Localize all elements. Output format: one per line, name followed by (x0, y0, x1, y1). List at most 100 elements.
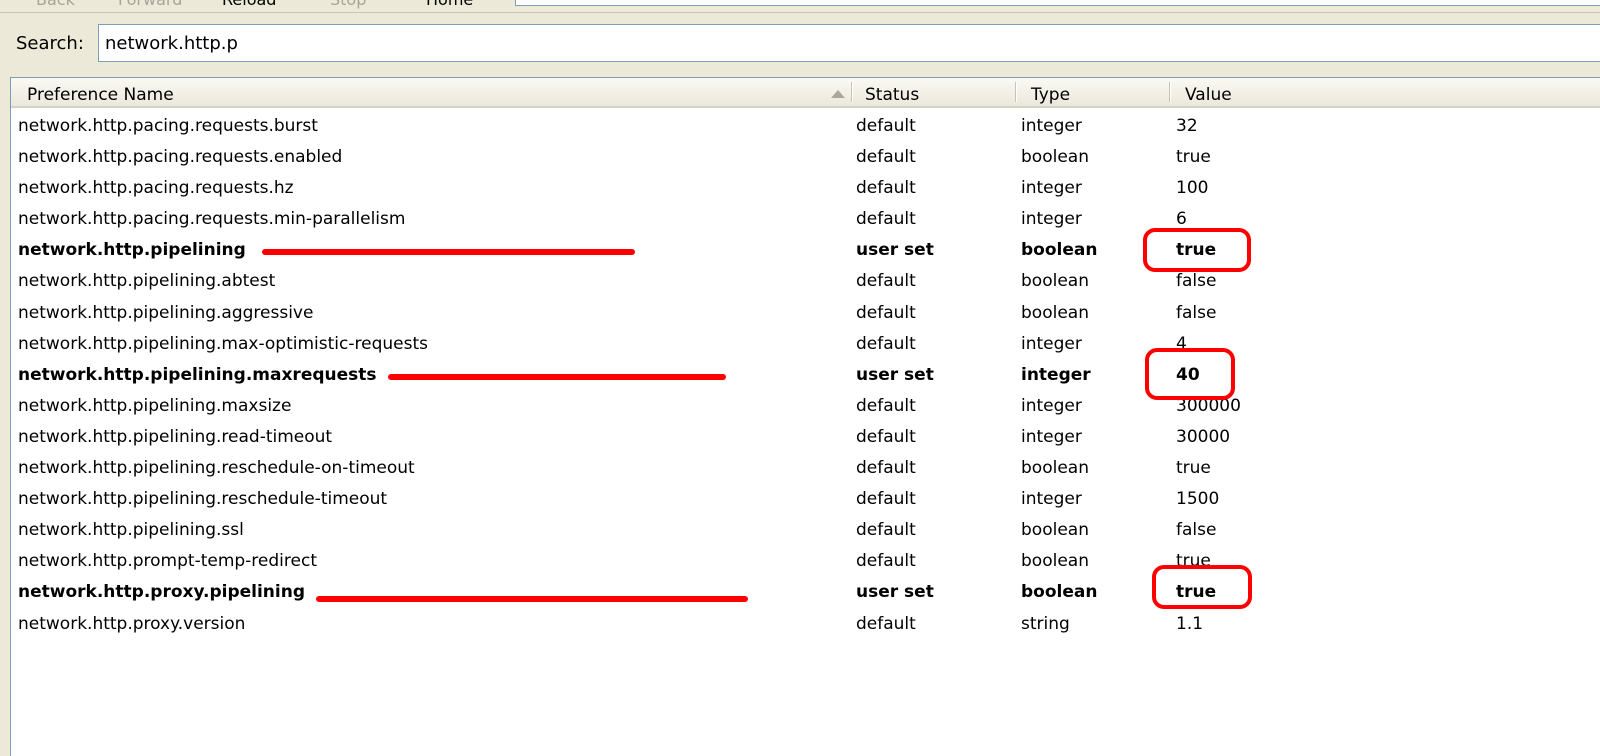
preference-row[interactable]: network.http.pipelining.max-optimistic-r… (11, 329, 1600, 360)
search-label: Search: (16, 33, 84, 54)
annotation-underline (388, 374, 726, 380)
preference-type-cell: boolean (1021, 551, 1089, 572)
preference-name-cell: network.http.pipelining.abtest (18, 271, 276, 292)
preference-type-cell: boolean (1021, 240, 1098, 261)
preference-row[interactable]: network.http.pipelining.read-timeout defa… (11, 422, 1600, 453)
preference-value-cell: 30000 (1176, 426, 1231, 447)
preference-name-cell: network.http.pipelining.reschedule-timeo… (18, 489, 388, 510)
preference-type-cell: boolean (1021, 582, 1098, 603)
preference-name-cell: network.http.pipelining.reschedule-on-ti… (18, 458, 415, 479)
preference-row[interactable]: network.http.pipelining.ssl default boolea… (11, 515, 1600, 546)
preference-name-cell: network.http.pipelining.maxrequests (18, 364, 377, 385)
preference-row[interactable]: network.http.proxy.version default string 1… (11, 609, 1600, 640)
preference-name-cell: network.http.proxy.version (18, 613, 246, 634)
preference-status-cell: user set (856, 582, 934, 603)
preference-status-cell: default (856, 458, 916, 479)
preference-name-cell: network.http.pipelining.read-timeout (18, 426, 333, 447)
preference-name-cell: network.http.pipelining (18, 240, 246, 261)
preference-status-cell: default (856, 426, 916, 447)
about-config-window: Back Forward Reload Stop Home Search: Pr… (0, 0, 1600, 756)
preference-status-cell: default (856, 271, 916, 292)
preference-status-cell: user set (856, 364, 934, 385)
annotation-underline (316, 596, 748, 602)
preference-type-cell: boolean (1021, 271, 1089, 292)
preference-value-cell: 100 (1176, 178, 1209, 199)
preference-row[interactable]: network.http.proxy.pipelining user set boo… (11, 577, 1600, 608)
preference-row[interactable]: network.http.pacing.requests.min-paralle… (11, 204, 1600, 235)
column-header-type[interactable]: Type (1025, 78, 1175, 106)
search-input[interactable] (98, 24, 1600, 62)
preference-status-cell: default (856, 489, 916, 510)
preference-name-cell: network.http.pacing.requests.hz (18, 178, 294, 199)
preference-name-cell: network.http.pacing.requests.enabled (18, 147, 343, 168)
preference-type-cell: boolean (1021, 302, 1089, 323)
annotation-underline (262, 249, 635, 255)
column-header-value[interactable]: Value (1179, 78, 1379, 106)
preference-value-cell: true (1176, 147, 1211, 168)
preference-status-cell: default (856, 147, 916, 168)
preference-row[interactable]: network.http.pacing.requests.enabled defa… (11, 142, 1600, 173)
preference-row[interactable]: network.http.prompt-temp-redirect default… (11, 546, 1600, 577)
preference-status-cell: default (856, 333, 916, 354)
preference-name-cell: network.http.pacing.requests.burst (18, 116, 318, 136)
search-row: Search: (0, 12, 1600, 74)
preference-row[interactable]: network.http.pacing.requests.hz default in… (11, 173, 1600, 204)
preference-value-cell: false (1176, 302, 1217, 323)
preference-status-cell: default (856, 613, 916, 634)
annotation-circle (1143, 228, 1251, 272)
preference-row[interactable]: network.http.pipelining user set boolean tr… (11, 235, 1600, 266)
stop-button[interactable]: Stop (330, 0, 366, 9)
reload-button[interactable]: Reload (222, 0, 276, 9)
preference-type-cell: integer (1021, 426, 1082, 447)
forward-button[interactable]: Forward (118, 0, 182, 9)
preference-status-cell: default (856, 551, 916, 572)
sort-ascending-icon (831, 90, 845, 98)
preference-row[interactable]: network.http.pipelining.maxrequests user … (11, 360, 1600, 391)
preference-type-cell: string (1021, 613, 1070, 634)
preference-row[interactable]: network.http.pipelining.reschedule-on-ti… (11, 453, 1600, 484)
column-divider[interactable] (851, 82, 852, 102)
preference-rows: network.http.pacing.requests.burst defaul… (11, 111, 1600, 640)
preference-name-cell: network.http.pipelining.maxsize (18, 395, 292, 416)
preference-name-cell: network.http.proxy.pipelining (18, 582, 305, 603)
preference-status-cell: default (856, 209, 916, 230)
annotation-circle (1152, 565, 1252, 609)
preference-type-cell: integer (1021, 364, 1091, 385)
preference-type-cell: integer (1021, 333, 1082, 354)
preference-row[interactable]: network.http.pacing.requests.burst defaul… (11, 111, 1600, 142)
preference-type-cell: integer (1021, 395, 1082, 416)
preference-value-cell: false (1176, 520, 1217, 541)
preference-status-cell: default (856, 302, 916, 323)
column-header-status[interactable]: Status (859, 78, 1019, 106)
preference-row[interactable]: network.http.pipelining.abtest default boo… (11, 266, 1600, 297)
preference-type-cell: integer (1021, 178, 1082, 199)
back-button[interactable]: Back (36, 0, 75, 9)
preference-type-cell: integer (1021, 116, 1082, 136)
home-button[interactable]: Home (426, 0, 473, 9)
preference-status-cell: default (856, 395, 916, 416)
url-bar[interactable] (515, 0, 1600, 6)
preference-status-cell: default (856, 520, 916, 541)
preference-status-cell: default (856, 178, 916, 199)
preferences-tree[interactable]: Preference Name Status Type Value networ… (10, 77, 1600, 756)
preference-row[interactable]: network.http.pipelining.maxsize default in… (11, 391, 1600, 422)
preference-type-cell: boolean (1021, 458, 1089, 479)
preference-status-cell: user set (856, 240, 934, 261)
preference-value-cell: 32 (1176, 116, 1198, 136)
preference-name-cell: network.http.pacing.requests.min-paralle… (18, 209, 406, 230)
preference-type-cell: boolean (1021, 147, 1089, 168)
column-divider[interactable] (1015, 82, 1016, 102)
preference-value-cell: 1500 (1176, 489, 1220, 510)
preference-type-cell: integer (1021, 489, 1082, 510)
preference-type-cell: boolean (1021, 520, 1089, 541)
preference-name-cell: network.http.pipelining.ssl (18, 520, 244, 541)
preference-status-cell: default (856, 116, 916, 136)
preference-row[interactable]: network.http.pipelining.reschedule-timeo… (11, 484, 1600, 515)
preference-row[interactable]: network.http.pipelining.aggressive defaul… (11, 298, 1600, 329)
column-divider[interactable] (1169, 82, 1170, 102)
preference-type-cell: integer (1021, 209, 1082, 230)
preference-name-cell: network.http.prompt-temp-redirect (18, 551, 317, 572)
column-header-row: Preference Name Status Type Value (11, 78, 1600, 108)
preference-name-cell: network.http.pipelining.aggressive (18, 302, 314, 323)
column-header-preference-name[interactable]: Preference Name (21, 78, 851, 106)
